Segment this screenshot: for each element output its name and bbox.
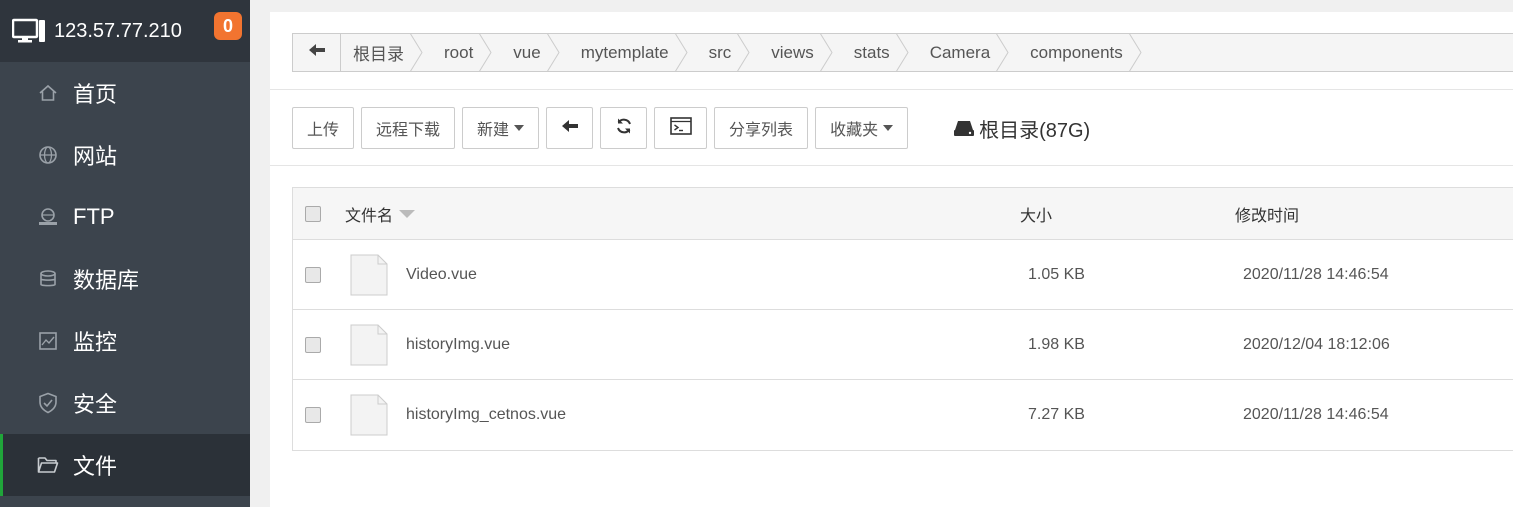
breadcrumb-label: views	[771, 42, 814, 62]
ftp-icon	[37, 206, 59, 228]
monitor-chart-icon	[37, 330, 59, 352]
breadcrumb-label: src	[708, 42, 732, 62]
divider	[270, 89, 1513, 90]
sidebar-item-security[interactable]: 安全	[0, 372, 250, 434]
select-all-checkbox[interactable]	[305, 205, 321, 222]
sidebar-item-website[interactable]: 网站	[0, 124, 250, 186]
refresh-button[interactable]	[600, 107, 648, 149]
sort-caret-icon	[399, 209, 416, 218]
file-name-cell: historyImg_cetnos.vue	[345, 394, 566, 436]
breadcrumb-label: 根目录	[353, 45, 404, 64]
notification-badge[interactable]: 0	[214, 12, 242, 40]
toolbar: 上传 远程下载 新建 分享列表 收藏夹 根目录(87G)	[292, 107, 1090, 149]
file-size: 1.05 KB	[1028, 265, 1085, 283]
upload-button[interactable]: 上传	[292, 107, 355, 149]
sidebar-item-label: 数据库	[73, 268, 140, 293]
table-row[interactable]: Video.vue 1.05 KB 2020/11/28 14:46:54	[293, 240, 1513, 310]
database-icon	[37, 268, 59, 290]
arrow-left-icon	[308, 43, 326, 62]
file-manager-panel: 根目录 root vue mytemplate src views stats …	[270, 12, 1513, 507]
new-label: 新建	[477, 122, 510, 139]
file-name-cell: historyImg.vue	[345, 324, 510, 366]
server-ip: 123.57.77.210	[54, 19, 182, 42]
file-name[interactable]: Video.vue	[406, 266, 477, 284]
header-time[interactable]: 修改时间	[1235, 202, 1299, 226]
header-name[interactable]: 文件名	[345, 202, 416, 226]
breadcrumb-item[interactable]: vue	[487, 34, 560, 71]
divider	[270, 165, 1513, 166]
sidebar-item-label: 首页	[73, 82, 118, 107]
breadcrumb-item[interactable]: Camera	[904, 34, 1009, 71]
file-name[interactable]: historyImg.vue	[406, 336, 510, 354]
header-name-label: 文件名	[345, 207, 394, 225]
file-size: 1.98 KB	[1028, 335, 1085, 353]
breadcrumb-item[interactable]: 根目录	[341, 34, 423, 71]
sidebar-item-label: FTP	[73, 204, 115, 229]
breadcrumb: 根目录 root vue mytemplate src views stats …	[292, 33, 1513, 72]
caret-down-icon	[514, 125, 525, 131]
row-checkbox[interactable]	[305, 336, 321, 353]
caret-down-icon	[883, 125, 894, 131]
sidebar-item-label: 监控	[73, 330, 118, 355]
folder-icon	[37, 454, 59, 476]
file-icon	[350, 254, 388, 295]
monitor-icon	[12, 18, 46, 44]
sidebar-item-label: 网站	[73, 144, 118, 169]
file-icon	[350, 324, 388, 365]
breadcrumb-label: components	[1030, 42, 1123, 62]
sidebar-item-database[interactable]: 数据库	[0, 248, 250, 310]
terminal-button[interactable]	[654, 107, 708, 149]
sidebar-item-monitor[interactable]: 监控	[0, 310, 250, 372]
breadcrumb-item[interactable]: views	[745, 34, 833, 71]
new-dropdown-button[interactable]: 新建	[462, 107, 540, 149]
file-modified-time: 2020/11/28 14:46:54	[1243, 406, 1389, 423]
sidebar-item-files[interactable]: 文件	[0, 434, 250, 496]
back-button[interactable]	[546, 107, 594, 149]
sidebar: 123.57.77.210 0 首页 网站 FTP 数据库 监控 安全 文件	[0, 0, 250, 507]
share-list-button[interactable]: 分享列表	[714, 107, 809, 149]
breadcrumb-item[interactable]: root	[418, 34, 492, 71]
file-icon	[350, 394, 388, 436]
terminal-icon	[669, 116, 692, 140]
breadcrumb-item[interactable]: stats	[828, 34, 909, 71]
disk-label: 根目录(87G)	[979, 119, 1091, 142]
breadcrumb-back-button[interactable]	[293, 34, 341, 71]
breadcrumb-item[interactable]: mytemplate	[555, 34, 688, 71]
breadcrumb-label: Camera	[929, 42, 991, 62]
breadcrumb-label: stats	[853, 42, 890, 62]
server-header: 123.57.77.210 0	[0, 0, 250, 62]
header-size[interactable]: 大小	[1020, 202, 1052, 226]
file-modified-time: 2020/12/04 18:12:06	[1243, 335, 1390, 353]
file-name-cell: Video.vue	[345, 254, 477, 296]
favorites-dropdown-button[interactable]: 收藏夹	[815, 107, 909, 149]
breadcrumb-item[interactable]: components	[1004, 34, 1142, 71]
table-row[interactable]: historyImg_cetnos.vue 7.27 KB 2020/11/28…	[293, 380, 1513, 450]
table-header: 文件名 大小 修改时间	[293, 188, 1513, 240]
hard-drive-icon	[953, 119, 975, 137]
remote-download-button[interactable]: 远程下载	[361, 107, 456, 149]
favorites-label: 收藏夹	[830, 122, 879, 139]
row-checkbox[interactable]	[305, 407, 321, 423]
row-checkbox[interactable]	[305, 266, 321, 283]
sidebar-item-label: 文件	[73, 454, 118, 479]
table-row[interactable]: historyImg.vue 1.98 KB 2020/12/04 18:12:…	[293, 310, 1513, 380]
refresh-icon	[615, 117, 633, 140]
breadcrumb-label: vue	[513, 42, 541, 62]
sidebar-item-ftp[interactable]: FTP	[0, 186, 250, 248]
shield-icon	[37, 392, 59, 414]
breadcrumb-label: root	[444, 42, 474, 62]
arrow-left-icon	[561, 119, 579, 138]
file-table: 文件名 大小 修改时间 Video.vue 1.05 KB 2020/11/28…	[292, 187, 1513, 451]
breadcrumb-label: mytemplate	[580, 42, 669, 62]
file-size: 7.27 KB	[1028, 406, 1085, 423]
disk-selector[interactable]: 根目录(87G)	[953, 114, 1090, 143]
file-modified-time: 2020/11/28 14:46:54	[1243, 265, 1389, 283]
breadcrumb-item[interactable]: src	[683, 34, 750, 71]
sidebar-item-home[interactable]: 首页	[0, 62, 250, 124]
home-icon	[37, 82, 59, 104]
sidebar-item-label: 安全	[73, 392, 118, 417]
globe-icon	[37, 144, 59, 166]
file-name[interactable]: historyImg_cetnos.vue	[406, 406, 566, 424]
